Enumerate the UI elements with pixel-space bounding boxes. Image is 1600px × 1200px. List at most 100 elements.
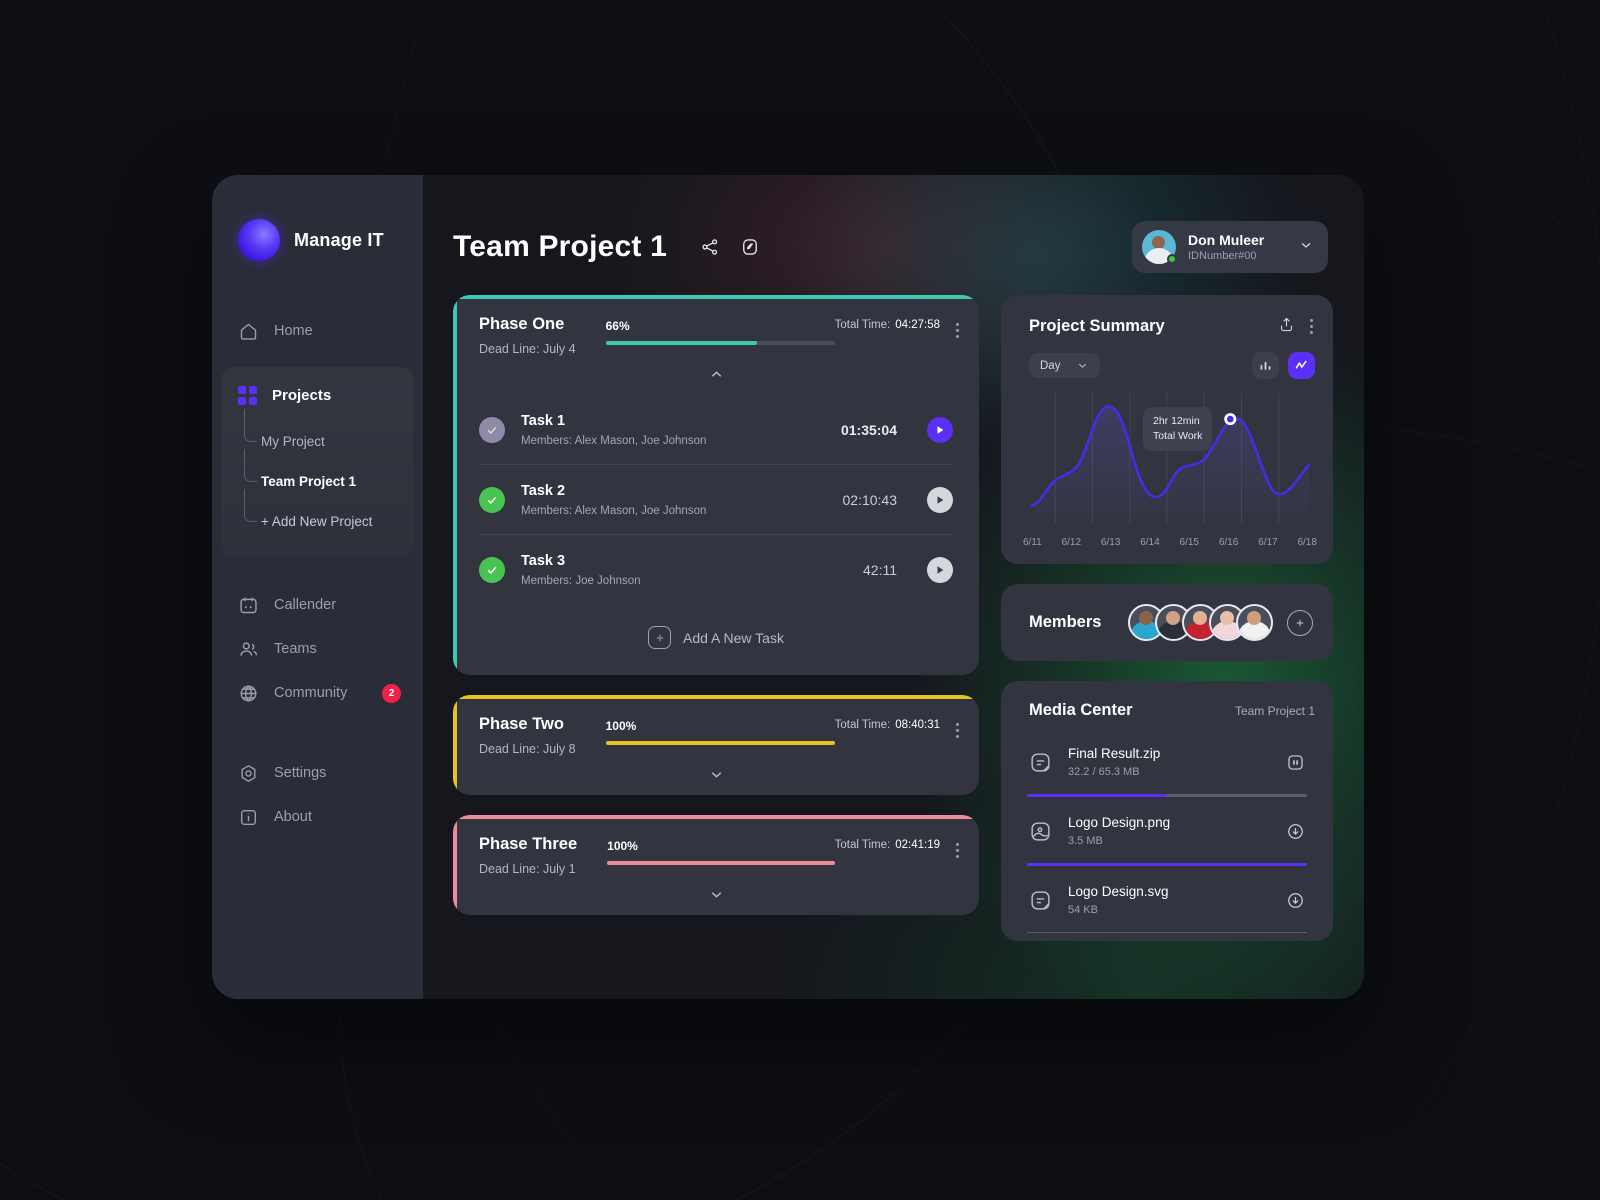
sidebar-item-about[interactable]: About (212, 795, 423, 839)
member-avatar[interactable] (1236, 604, 1273, 641)
media-subtitle: Team Project 1 (1234, 703, 1315, 718)
globe-icon (238, 683, 259, 704)
add-new-task-button[interactable]: Add A New Task (453, 604, 979, 675)
task-row[interactable]: Task 3 Members: Joe Johnson 42:11 (479, 535, 953, 604)
task-name: Task 3 (521, 553, 566, 569)
sidebar-add-new-project[interactable]: + Add New Project (244, 489, 414, 541)
task-row[interactable]: Task 2 Members: Alex Mason, Joe Johnson … (479, 465, 953, 535)
phase-menu-icon[interactable] (954, 719, 961, 742)
phases-column: Phase One Dead Line: July 4 66% Total Ti… (453, 295, 979, 961)
online-status-dot (1167, 254, 1177, 264)
chart-x-axis: 6/11 6/12 6/13 6/14 6/15 6/16 6/17 6/18 (1001, 533, 1333, 564)
phase-deadline: Dead Line: July 8 (479, 742, 576, 756)
add-member-button[interactable] (1287, 609, 1313, 636)
x-tick: 6/11 (1023, 537, 1042, 548)
phase-expand-toggle[interactable] (453, 756, 979, 795)
download-icon[interactable] (1283, 888, 1307, 912)
app-window: Manage IT Home Projects My Project Team … (212, 175, 1364, 999)
chevron-down-icon (1079, 363, 1087, 368)
user-profile-chip[interactable]: Don Muleer IDNumber#00 (1132, 221, 1328, 273)
task-play-button[interactable] (927, 417, 953, 443)
panel-title: Project Summary (1029, 317, 1165, 335)
sidebar: Manage IT Home Projects My Project Team … (212, 175, 423, 999)
brand: Manage IT (212, 219, 423, 261)
task-name: Task 1 (521, 413, 566, 429)
community-badge: 2 (382, 683, 401, 703)
file-progress-bar (1027, 794, 1307, 797)
chart-tooltip-label: Total Work (1153, 430, 1203, 443)
phase-total-value: 08:40:31 (895, 719, 940, 731)
phase-expand-toggle[interactable] (453, 876, 979, 915)
task-play-button[interactable] (927, 557, 953, 583)
sidebar-item-settings[interactable]: Settings (212, 751, 423, 795)
bar-chart-icon[interactable] (1252, 352, 1279, 379)
phase-title: Phase One (479, 315, 565, 333)
x-tick: 6/14 (1140, 537, 1160, 548)
phase-total-value: 04:27:58 (895, 319, 940, 331)
upload-icon[interactable] (1278, 316, 1295, 338)
sidebar-subitem-my-project[interactable]: My Project (244, 409, 414, 461)
x-tick: 6/15 (1179, 537, 1199, 548)
sidebar-item-home[interactable]: Home (212, 309, 423, 353)
media-file-row[interactable]: Logo Design.svg 54 KB (1027, 876, 1307, 926)
file-name: Final Result.zip (1068, 746, 1161, 761)
media-file-row[interactable]: Logo Design.png 3.5 MB (1027, 807, 1307, 857)
phase-progress-bar (605, 741, 835, 745)
download-icon[interactable] (1283, 819, 1307, 843)
line-chart-icon[interactable] (1288, 352, 1315, 379)
task-check-icon[interactable] (479, 417, 505, 443)
phase-total-time: Total Time: 08:40:31 (835, 719, 940, 731)
phase-total-time: Total Time: 02:41:19 (835, 839, 940, 851)
user-id: IDNumber#00 (1188, 249, 1257, 262)
share-icon[interactable] (697, 234, 723, 260)
sidebar-projects-group: Projects My Project Team Project 1 + Add… (221, 367, 414, 557)
task-row[interactable]: Task 1 Members: Alex Mason, Joe Johnson … (479, 395, 953, 465)
phase-total-value: 02:41:19 (895, 839, 940, 851)
summary-chart: 2hr 12min Total Work (1017, 387, 1319, 533)
chevron-down-icon[interactable] (1298, 237, 1314, 258)
sidebar-subitem-team-project-1[interactable]: Team Project 1 (244, 449, 414, 501)
user-name: Don Muleer (1188, 231, 1265, 248)
sidebar-item-label: Home (274, 323, 313, 339)
logo-orb-icon (238, 219, 280, 261)
phase-collapse-toggle[interactable] (453, 356, 979, 395)
sidebar-item-callender[interactable]: Callender (212, 583, 423, 627)
kebab-menu-icon[interactable] (1308, 315, 1315, 338)
task-check-icon[interactable] (479, 557, 505, 583)
member-avatars (1128, 604, 1313, 641)
chart-range-select[interactable]: Day (1029, 353, 1101, 378)
phase-menu-icon[interactable] (954, 839, 961, 862)
gear-icon (238, 763, 259, 784)
chart-tooltip: 2hr 12min Total Work (1143, 407, 1213, 452)
task-check-icon[interactable] (479, 487, 505, 513)
task-time: 02:10:43 (842, 492, 898, 508)
file-name: Logo Design.svg (1068, 884, 1169, 899)
task-time: 01:35:04 (840, 422, 897, 438)
media-file-row[interactable]: Final Result.zip 32.2 / 65.3 MB (1027, 738, 1307, 788)
chart-tooltip-value: 2hr 12min (1153, 415, 1200, 427)
task-play-button[interactable] (927, 487, 953, 513)
members-panel: Members (1001, 584, 1333, 661)
media-divider (1027, 932, 1307, 933)
phase-percent: 66% (605, 319, 630, 333)
phase-deadline: Dead Line: July 4 (479, 342, 576, 356)
media-file-list: Final Result.zip 32.2 / 65.3 MB Logo Des… (1001, 720, 1333, 941)
phase-total-label: Total Time: (834, 719, 891, 731)
task-list: Task 1 Members: Alex Mason, Joe Johnson … (453, 395, 979, 604)
members-title: Members (1029, 613, 1102, 631)
phase-menu-icon[interactable] (954, 319, 961, 342)
people-icon (238, 639, 259, 660)
sidebar-item-teams[interactable]: Teams (212, 627, 423, 671)
edit-pencil-icon[interactable] (737, 234, 763, 260)
sidebar-item-label: Community (274, 685, 348, 701)
file-progress-bar (1027, 863, 1307, 866)
sidebar-projects-sublist: My Project Team Project 1 + Add New Proj… (221, 409, 414, 541)
phase-deadline-value: July 1 (542, 862, 576, 876)
sidebar-item-community[interactable]: Community 2 (212, 671, 423, 715)
brand-name: Manage IT (294, 229, 384, 250)
phase-percent: 100% (605, 719, 637, 733)
pause-icon[interactable] (1283, 750, 1307, 774)
phase-percent: 100% (607, 839, 638, 853)
page-title: Team Project 1 (453, 230, 668, 263)
main-area: Team Project 1 Don Muleer IDNumber#00 Ph… (423, 175, 1364, 999)
